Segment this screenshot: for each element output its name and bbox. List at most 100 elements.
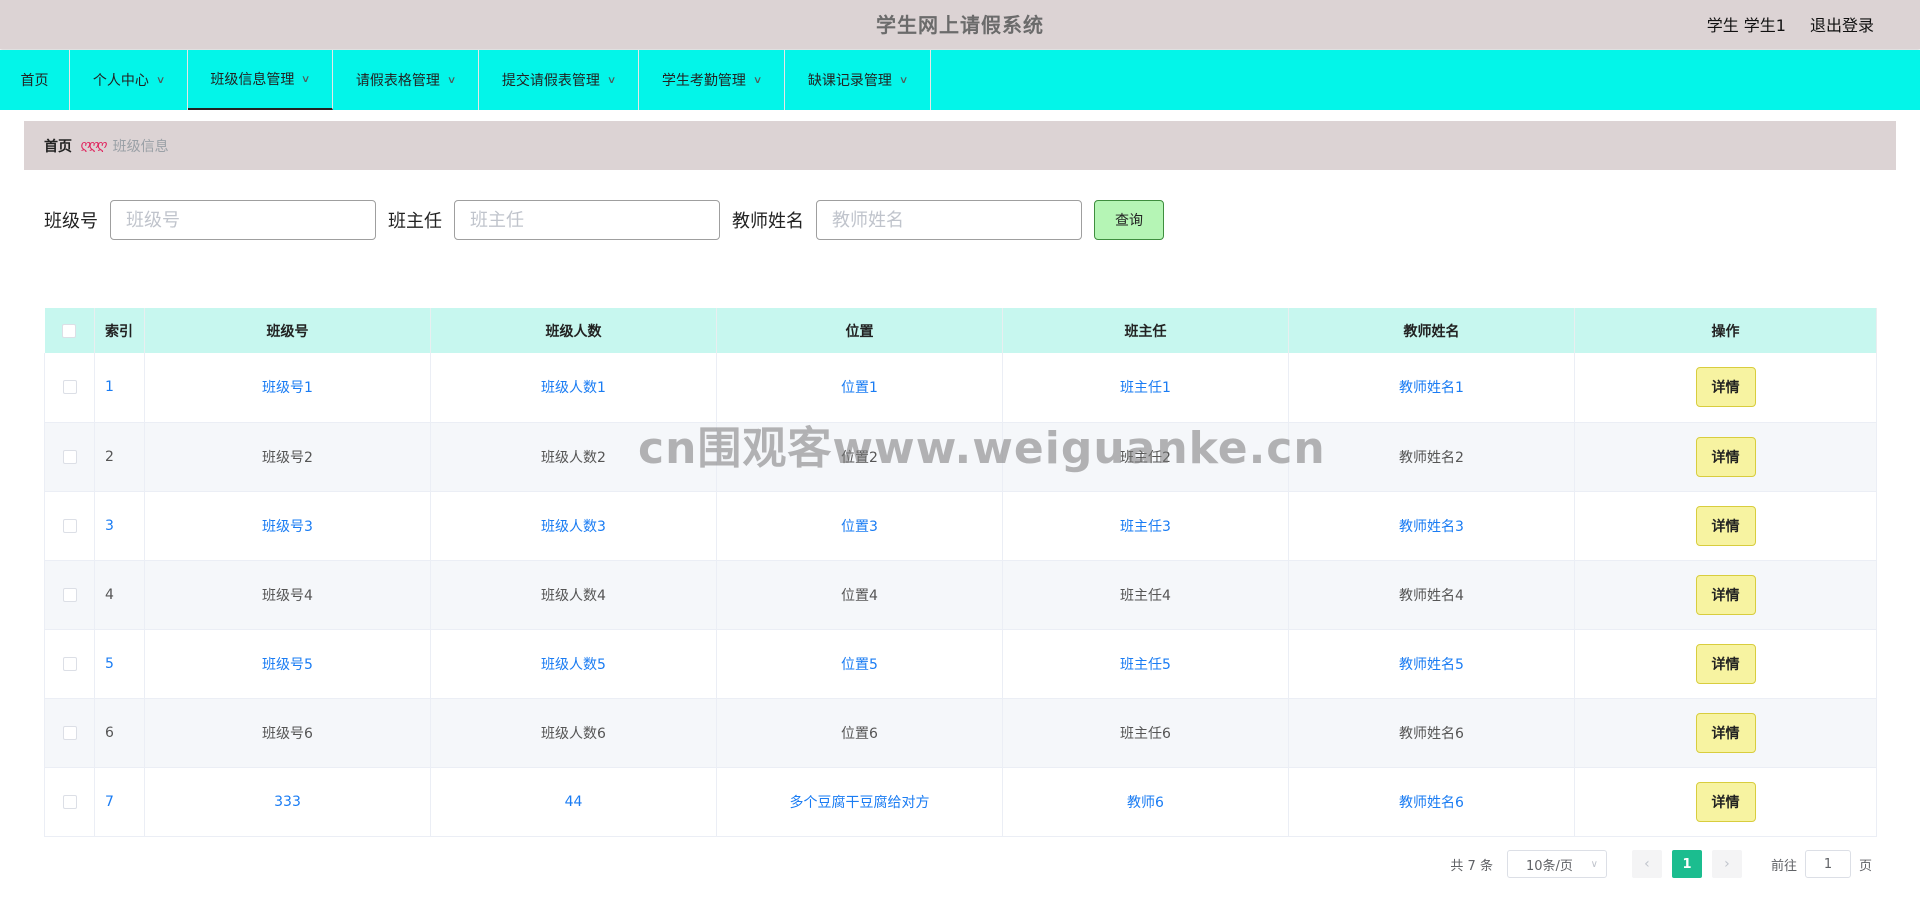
- cell-class-no: 班级号3: [144, 491, 431, 561]
- breadcrumb-home[interactable]: 首页: [44, 136, 72, 156]
- breadcrumb-current: 班级信息: [112, 138, 169, 155]
- cell-index: 6: [94, 698, 145, 768]
- row-select-cell: [44, 560, 95, 630]
- nav-item-label: 首页: [20, 73, 49, 89]
- cell-location: 位置2: [716, 422, 1003, 492]
- cell-location: 位置1: [716, 353, 1003, 423]
- next-page-button[interactable]: ›: [1711, 850, 1742, 878]
- row-select-cell: [44, 629, 95, 699]
- cell-class-no: 班级号5: [144, 629, 431, 699]
- select-all-checkbox[interactable]: [62, 323, 77, 338]
- row-checkbox[interactable]: [62, 587, 77, 602]
- breadcrumb-separator-icon: ღღღ: [80, 138, 107, 153]
- teacher-name-input[interactable]: [816, 200, 1082, 240]
- chevron-down-icon: ∨: [606, 74, 617, 86]
- select-all-cell: [44, 308, 95, 353]
- cell-count: 班级人数6: [430, 698, 717, 768]
- cell-location: 位置3: [716, 491, 1003, 561]
- table-row[interactable]: 2 班级号2 班级人数2 位置2 班主任2 教师姓名2 详情: [44, 422, 1877, 492]
- cell-teacher-name: 教师姓名5: [1288, 629, 1575, 699]
- cell-head-teacher: 班主任1: [1002, 353, 1289, 423]
- cell-teacher-name: 教师姓名2: [1288, 422, 1575, 492]
- nav-item-attendance[interactable]: 学生考勤管理 ∨: [639, 50, 785, 110]
- prev-page-button[interactable]: ‹: [1631, 850, 1662, 878]
- detail-button[interactable]: 详情: [1695, 367, 1756, 408]
- chevron-down-icon: ∨: [752, 74, 763, 86]
- nav-item-label: 个人中心: [92, 73, 149, 89]
- cell-teacher-name: 教师姓名6: [1288, 698, 1575, 768]
- table-row[interactable]: 3 班级号3 班级人数3 位置3 班主任3 教师姓名3 详情: [44, 491, 1877, 561]
- row-select-cell: [44, 767, 95, 837]
- detail-button[interactable]: 详情: [1695, 781, 1756, 822]
- column-header: 班级人数: [430, 308, 717, 353]
- class-no-input[interactable]: [110, 200, 376, 240]
- cell-teacher-name: 教师姓名1: [1288, 353, 1575, 423]
- cell-location: 位置6: [716, 698, 1003, 768]
- cell-count: 班级人数5: [430, 629, 717, 699]
- row-select-cell: [44, 422, 95, 492]
- row-checkbox[interactable]: [62, 794, 77, 809]
- table-row[interactable]: 1 班级号1 班级人数1 位置1 班主任1 教师姓名1 详情: [44, 353, 1877, 423]
- column-header: 教师姓名: [1288, 308, 1575, 353]
- logout-link[interactable]: 退出登录: [1810, 0, 1874, 52]
- cell-index: 7: [94, 767, 145, 837]
- row-select-cell: [44, 698, 95, 768]
- cell-head-teacher: 班主任3: [1002, 491, 1289, 561]
- detail-button[interactable]: 详情: [1695, 574, 1756, 615]
- row-checkbox[interactable]: [62, 725, 77, 740]
- row-checkbox[interactable]: [62, 449, 77, 464]
- chevron-left-icon: ‹: [1644, 856, 1650, 872]
- column-header: 索引: [94, 308, 145, 353]
- goto-page-input[interactable]: [1804, 850, 1851, 878]
- cell-class-no: 班级号2: [144, 422, 431, 492]
- table-row[interactable]: 7 333 44 多个豆腐干豆腐给对方 教师6 教师姓名6 详情: [44, 767, 1877, 837]
- cell-head-teacher: 班主任2: [1002, 422, 1289, 492]
- table-row[interactable]: 4 班级号4 班级人数4 位置4 班主任4 教师姓名4 详情: [44, 560, 1877, 630]
- nav-item-personal-center[interactable]: 个人中心 ∨: [70, 50, 188, 110]
- page-size-select[interactable]: 10条/页 ∨: [1506, 850, 1607, 878]
- breadcrumb: 首页 ღღღ 班级信息: [24, 121, 1896, 170]
- cell-class-no: 班级号6: [144, 698, 431, 768]
- table-row[interactable]: 5 班级号5 班级人数5 位置5 班主任5 教师姓名5 详情: [44, 629, 1877, 699]
- nav-item-class-info[interactable]: 班级信息管理 ∨: [188, 50, 333, 110]
- detail-button[interactable]: 详情: [1695, 712, 1756, 753]
- nav-item-home[interactable]: 首页: [0, 50, 70, 110]
- pagination: 共 7 条 10条/页 ∨ ‹ 1 › 前往 页: [1450, 850, 1872, 878]
- app-title: 学生网上请假系统: [876, 13, 1044, 37]
- cell-head-teacher: 班主任4: [1002, 560, 1289, 630]
- cell-head-teacher: 班主任5: [1002, 629, 1289, 699]
- row-checkbox[interactable]: [62, 656, 77, 671]
- detail-button[interactable]: 详情: [1695, 643, 1756, 684]
- cell-head-teacher: 班主任6: [1002, 698, 1289, 768]
- head-teacher-input[interactable]: [454, 200, 720, 240]
- cell-actions: 详情: [1574, 422, 1877, 492]
- cell-teacher-name: 教师姓名6: [1288, 767, 1575, 837]
- current-user: 学生 学生1: [1706, 16, 1786, 35]
- pagination-total: 共 7 条: [1450, 858, 1493, 874]
- goto-label: 前往: [1770, 858, 1797, 874]
- column-header: 位置: [716, 308, 1003, 353]
- chevron-down-icon: ∨: [1590, 858, 1598, 870]
- nav-item-leave-form[interactable]: 请假表格管理 ∨: [333, 50, 479, 110]
- table-row[interactable]: 6 班级号6 班级人数6 位置6 班主任6 教师姓名6 详情: [44, 698, 1877, 768]
- nav-item-submit-leave[interactable]: 提交请假表管理 ∨: [479, 50, 639, 110]
- nav-item-absence-records[interactable]: 缺课记录管理 ∨: [785, 50, 931, 110]
- cell-index: 5: [94, 629, 145, 699]
- nav-item-label: 班级信息管理: [210, 72, 295, 88]
- nav-item-label: 请假表格管理: [355, 73, 440, 89]
- cell-count: 班级人数4: [430, 560, 717, 630]
- detail-button[interactable]: 详情: [1695, 505, 1756, 546]
- main-nav: 首页 个人中心 ∨ 班级信息管理 ∨ 请假表格管理 ∨ 提交请假表管理 ∨ 学生考勤管理…: [0, 50, 1920, 110]
- cell-actions: 详情: [1574, 491, 1877, 561]
- query-button[interactable]: 查询: [1094, 200, 1164, 240]
- cell-index: 1: [94, 353, 145, 423]
- row-checkbox[interactable]: [62, 380, 77, 395]
- cell-teacher-name: 教师姓名3: [1288, 491, 1575, 561]
- cell-index: 3: [94, 491, 145, 561]
- row-checkbox[interactable]: [62, 518, 77, 533]
- cell-index: 2: [94, 422, 145, 492]
- cell-actions: 详情: [1574, 767, 1877, 837]
- page-number-current[interactable]: 1: [1671, 850, 1702, 878]
- detail-button[interactable]: 详情: [1695, 436, 1756, 477]
- cell-head-teacher: 教师6: [1002, 767, 1289, 837]
